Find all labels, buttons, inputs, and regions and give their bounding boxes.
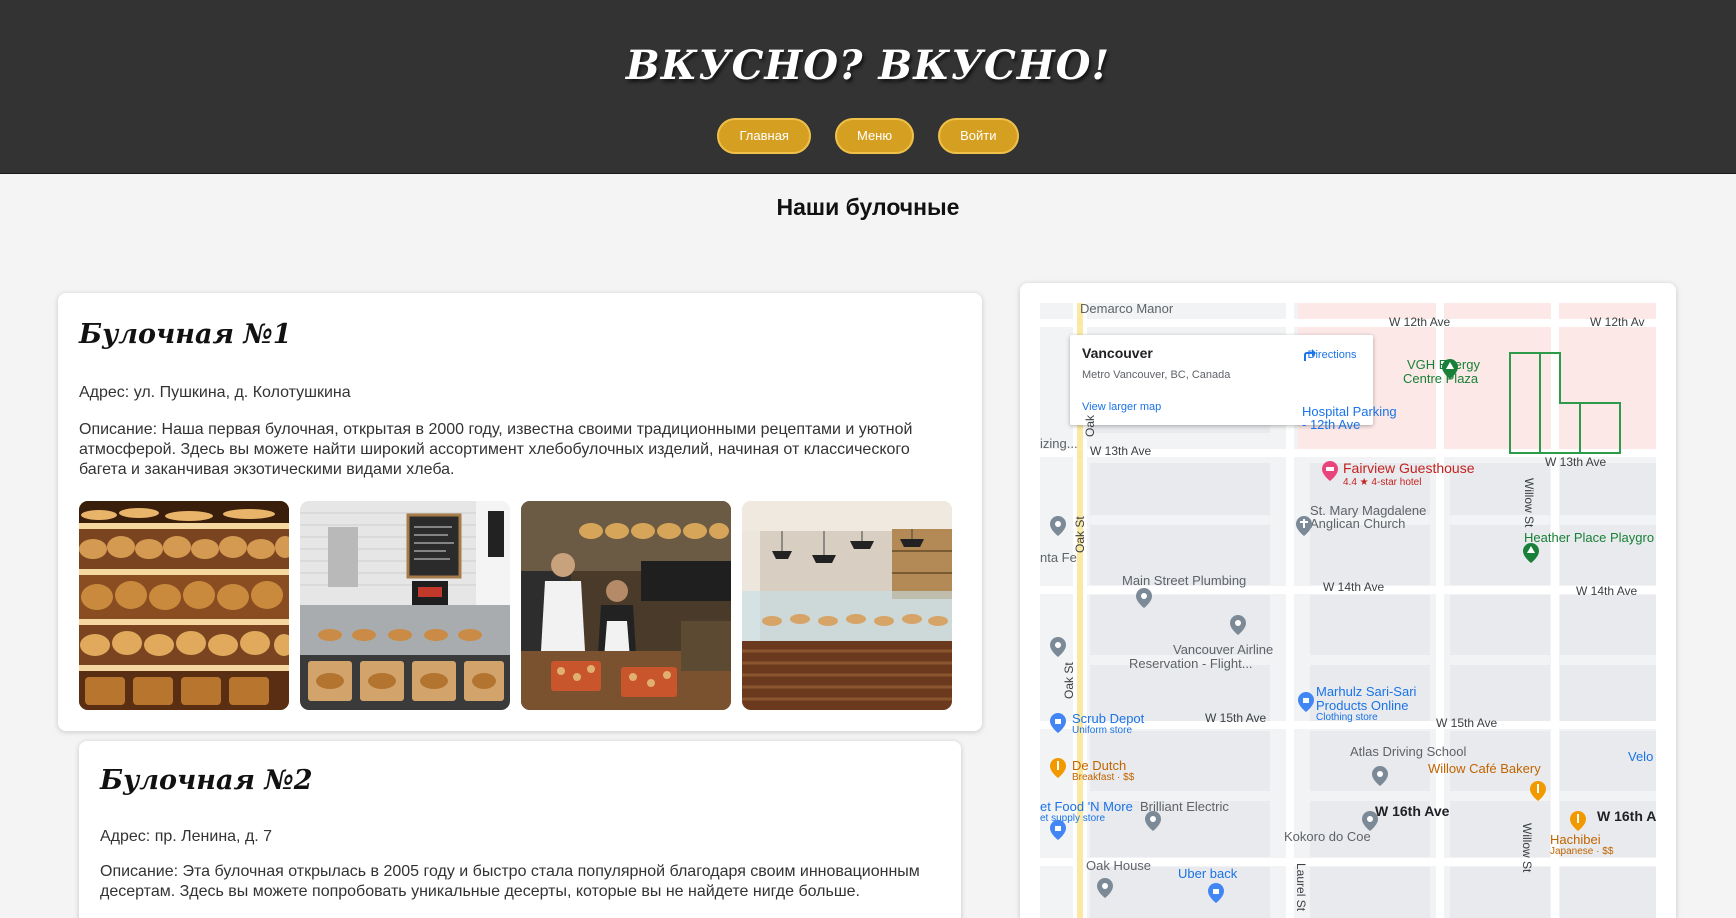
park-pin-icon[interactable]	[1442, 359, 1458, 379]
bakery-gallery	[79, 501, 952, 710]
map-label-marhulz: Marhulz Sari-Sari	[1316, 684, 1417, 699]
uber-pin-icon[interactable]	[1208, 883, 1224, 903]
map-label-w16-b: W 16th Av	[1597, 808, 1656, 824]
map-label-w12-b: W 12th Av	[1590, 315, 1645, 329]
map-label-demarco: Demarco Manor	[1080, 303, 1174, 316]
map-label-heather: Heather Place Playgro	[1524, 530, 1655, 545]
map-label-scrub-sub: Uniform store	[1072, 725, 1133, 736]
map-label-velo: Velo	[1628, 749, 1654, 764]
map-label-uber: Uber back	[1178, 866, 1238, 881]
map-label-oak1: Oak	[1083, 414, 1097, 437]
map-label-hospital2: - 12th Ave	[1302, 417, 1361, 432]
map-label-vgh2: Centre Plaza	[1403, 371, 1479, 386]
main-nav: Главная Меню Войти	[0, 118, 1736, 154]
bakery-title: Булочная №1	[79, 319, 292, 350]
map-label-laurel: Laurel St	[1294, 863, 1308, 912]
uniform-store-pin-icon[interactable]	[1050, 713, 1066, 733]
restaurant-pin-icon[interactable]	[1050, 758, 1066, 778]
nav-menu-button[interactable]: Меню	[834, 118, 915, 154]
place-pin-icon[interactable]	[1050, 516, 1066, 536]
airline-pin-icon[interactable]	[1230, 615, 1246, 635]
map-label-scrub: Scrub Depot	[1072, 711, 1145, 726]
bakery-card-2: Булочная №2 Адрес: пр. Ленина, д. 7 Опис…	[79, 741, 961, 918]
nav-home-button[interactable]: Главная	[717, 118, 811, 154]
map-label-dutch: De Dutch	[1072, 758, 1127, 773]
clothing-pin-icon[interactable]	[1298, 692, 1314, 712]
map-label-w14-a: W 14th Ave	[1323, 580, 1385, 594]
map-place-title: Vancouver	[1082, 345, 1153, 361]
electric-pin-icon[interactable]	[1145, 811, 1161, 831]
bakery-photo-bakers[interactable]	[521, 501, 731, 710]
nav-login-button[interactable]: Войти	[938, 118, 1019, 154]
map-label-oak-house: Oak House	[1086, 858, 1152, 873]
map-label-atlas: Atlas Driving School	[1350, 744, 1467, 759]
map-label-hachibei: Hachibei	[1550, 832, 1601, 847]
bakery-description: Описание: Эта булочная открылась в 2005 …	[100, 863, 920, 900]
bakery-address: Адрес: пр. Ленина, д. 7	[100, 828, 273, 845]
map-label-willow1: Willow St	[1522, 478, 1536, 528]
brand-logo[interactable]: ВКУСНО? ВКУСНО!	[0, 42, 1736, 89]
map-label-willow2: Willow St	[1520, 823, 1534, 873]
map-label-fairview-sub: 4.4 ★ 4-star hotel	[1343, 477, 1422, 488]
cafe-pin-icon[interactable]	[1530, 781, 1546, 801]
bakery-card-1: Булочная №1 Адрес: ул. Пушкина, д. Колот…	[58, 293, 982, 731]
map-label-w15-b: W 15th Ave	[1436, 716, 1498, 730]
map-label-willow-cafe: Willow Café Bakery	[1428, 761, 1541, 776]
map-card: Vancouver Metro Vancouver, BC, Canada Vi…	[1020, 283, 1676, 918]
hotel-pin-icon[interactable]	[1322, 461, 1338, 481]
japanese-restaurant-pin-icon[interactable]	[1570, 811, 1586, 831]
pet-store-pin-icon[interactable]	[1050, 820, 1066, 840]
map-label-hachibei-sub: Japanese · $$	[1550, 846, 1614, 857]
map-label-w14-b: W 14th Ave	[1576, 584, 1638, 598]
map-place-subtitle: Metro Vancouver, BC, Canada	[1082, 369, 1231, 381]
page-title: Наши булочные	[776, 194, 960, 220]
plumbing-pin-icon[interactable]	[1136, 588, 1152, 608]
bakery-title: Булочная №2	[100, 765, 313, 796]
map-label-anta-fe: nta Fe	[1040, 550, 1077, 565]
view-larger-map-link[interactable]: View larger map	[1082, 401, 1161, 413]
directions-button[interactable]: Directions	[1298, 345, 1366, 361]
church-pin-icon[interactable]	[1296, 516, 1312, 536]
oak-house-pin-icon[interactable]	[1097, 878, 1113, 898]
map-label-oak-st1: Oak St	[1073, 516, 1087, 553]
bakery-photo-interior[interactable]	[742, 501, 952, 710]
playground-pin-icon[interactable]	[1523, 543, 1539, 563]
map-label-airline2: Reservation - Flight...	[1129, 656, 1253, 671]
map-label-w13-a: W 13th Ave	[1090, 444, 1152, 458]
map-label-w16-a: W 16th Ave	[1375, 803, 1450, 819]
place-pin-icon-2[interactable]	[1050, 637, 1066, 657]
map-label-marhulz-sub: Clothing store	[1316, 712, 1378, 723]
map-label-izing: izing...	[1040, 436, 1078, 451]
map-label-food: et Food 'N More	[1040, 799, 1133, 814]
map-label-main-plumbing: Main Street Plumbing	[1122, 573, 1247, 588]
embedded-map[interactable]: Vancouver Metro Vancouver, BC, Canada Vi…	[1040, 303, 1656, 918]
map-label-dutch-sub: Breakfast · $$	[1072, 772, 1135, 783]
map-label-fairview: Fairview Guesthouse	[1343, 460, 1475, 476]
map-label-marhulz2: Products Online	[1316, 698, 1409, 713]
map-label-w15-a: W 15th Ave	[1205, 711, 1267, 725]
school-pin-icon[interactable]	[1372, 766, 1388, 786]
map-label-airline: Vancouver Airline	[1173, 642, 1274, 657]
bakery-address: Адрес: ул. Пушкина, д. Колотушкина	[79, 384, 351, 401]
site-header: ВКУСНО? ВКУСНО! Главная Меню Войти	[0, 0, 1736, 174]
bakery-photo-bread-shelves[interactable]	[79, 501, 289, 710]
directions-icon	[1304, 349, 1316, 361]
bakery-photo-counter[interactable]	[300, 501, 510, 710]
kokoro-pin-icon[interactable]	[1362, 811, 1378, 831]
map-label-oak-st2: Oak St	[1062, 662, 1076, 699]
map-label-w13-b: W 13th Ave	[1545, 455, 1607, 469]
map-label-st-mary2: Anglican Church	[1310, 516, 1406, 531]
map-label-kokoro: Kokoro do Coe	[1284, 829, 1371, 844]
map-label-w12-a: W 12th Ave	[1389, 315, 1451, 329]
bakery-description: Описание: Наша первая булочная, открытая…	[79, 421, 913, 478]
